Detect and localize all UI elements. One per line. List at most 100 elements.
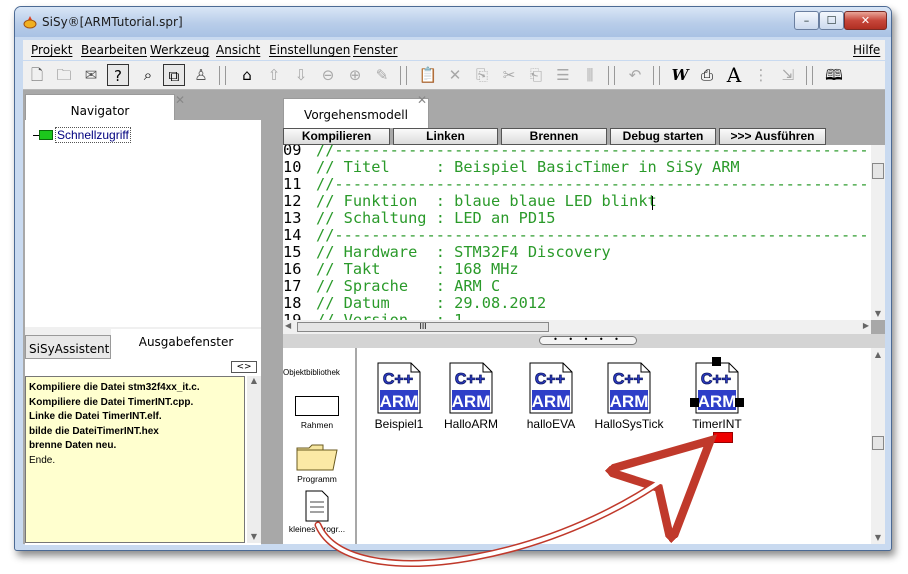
flash-button[interactable]: Brennen [501, 128, 607, 145]
output-toggle-button[interactable]: <> [231, 361, 257, 373]
minimize-button[interactable]: – [794, 11, 819, 30]
menu-bearbeiten[interactable]: Bearbeiten [81, 43, 147, 57]
toolbar-separator [608, 66, 615, 85]
scroll-thumb[interactable]: III [297, 322, 549, 332]
mail-icon[interactable]: ✉ [80, 64, 102, 86]
window-icon[interactable]: ⧉ [163, 64, 185, 86]
arm-cpp-icon: C++ ARM [377, 362, 421, 414]
output-panel: <> Kompiliere die Datei stm32f4xx_it.c. … [25, 359, 261, 545]
debug-start-button[interactable]: Debug starten [610, 128, 716, 145]
tab-sisy-assistent[interactable]: SiSyAssistent [25, 335, 111, 359]
menu-hilfe[interactable]: Hilfe [853, 43, 880, 57]
output-scrollbar[interactable]: ▲ ▼ [247, 376, 261, 543]
folder-icon [296, 444, 338, 471]
new-file-icon[interactable]: 🗋 [26, 64, 48, 86]
code-line: 14//------------------------------------… [283, 226, 871, 244]
cut-icon[interactable]: ✂ [498, 64, 520, 86]
properties-icon[interactable]: ✎ [371, 64, 393, 86]
selection-handle[interactable] [690, 398, 699, 407]
output-line: Kompiliere die Datei TimerINT.cpp. [29, 396, 194, 408]
diagram-item-label: TimerINT [692, 417, 742, 431]
library-item-programm[interactable]: Programm [283, 442, 351, 484]
close-button[interactable]: ✕ [844, 11, 887, 30]
navigator-item-label: Schnellzugriff [55, 127, 131, 143]
tab-vorgehensmodell[interactable]: Vorgehensmodell [283, 98, 429, 128]
diagram-item[interactable]: C++ ARM TimerINT [675, 357, 759, 431]
quick-access-icon [39, 130, 53, 140]
compile-button[interactable]: Kompilieren [283, 128, 390, 145]
document-icon [305, 490, 329, 522]
diagram-vertical-scrollbar[interactable]: ▲ ▼ [871, 348, 885, 544]
word-icon[interactable]: W [669, 64, 691, 86]
selection-handle[interactable] [735, 398, 744, 407]
code-line: 13// Schaltung : LED an PD15 [283, 209, 556, 227]
delete-icon[interactable]: ✕ [444, 64, 466, 86]
output-line: brenne Daten neu. [29, 440, 117, 451]
svg-text:ARM: ARM [452, 392, 491, 411]
output-log: Kompiliere die Datei stm32f4xx_it.c. Kom… [25, 376, 245, 543]
diagram-canvas[interactable]: C++ ARM Beispiel1 C++ ARM HalloARM C++ ARM hallo… [357, 348, 871, 544]
paste-icon[interactable]: ⎗ [525, 64, 547, 86]
library-item-kleines-programm[interactable]: kleines Progr... [283, 490, 351, 534]
menu-projekt[interactable]: Projekt [31, 43, 72, 57]
arrow-up-icon[interactable]: ⇧ [263, 64, 285, 86]
svg-text:C++: C++ [383, 371, 413, 388]
zoom-out-icon[interactable]: ⊖ [317, 64, 339, 86]
open-folder-icon[interactable]: 🗀 [53, 64, 75, 86]
diagram-item-label: halloEVA [526, 417, 576, 431]
link-button[interactable]: Linken [393, 128, 498, 145]
person-icon[interactable]: ♙ [190, 64, 212, 86]
maximize-button[interactable]: ☐ [819, 11, 844, 30]
output-tabs: SiSyAssistent Ausgabefenster [25, 327, 261, 359]
list-icon[interactable]: ☰ [552, 64, 574, 86]
menu-einstellungen[interactable]: Einstellungen [269, 43, 350, 57]
selection-marker[interactable] [713, 432, 733, 443]
arm-cpp-icon: C++ ARM [449, 362, 493, 414]
diagram-item[interactable]: C++ ARM HalloARM [429, 362, 513, 431]
code-line: 15// Hardware : STM32F4 Discovery [283, 243, 611, 261]
text-cursor [652, 196, 653, 210]
columns-icon[interactable]: ⫼ [579, 64, 601, 86]
font-icon[interactable]: A [723, 64, 745, 86]
menu-ansicht[interactable]: Ansicht [216, 43, 260, 57]
home-icon[interactable]: ⌂ [236, 64, 258, 86]
pane-splitter[interactable]: • • • • • [283, 334, 885, 348]
navigator-panel: Schnellzugriff [25, 120, 261, 332]
tab-navigator[interactable]: Navigator [25, 94, 175, 122]
diagram-item[interactable]: C++ ARM HalloSysTick [587, 362, 671, 431]
code-line: 18// Datum : 29.08.2012 [283, 294, 547, 312]
menu-fenster[interactable]: Fenster [353, 43, 398, 57]
outline-icon[interactable]: ⋮ [750, 64, 772, 86]
object-library-title: Objektbibliothek [283, 368, 340, 377]
code-horizontal-scrollbar[interactable]: ◀ III ▶ [283, 320, 871, 334]
title-bar[interactable]: SiSy®[ARMTutorial.spr] – ☐ ✕ [15, 7, 891, 37]
output-line: Ende. [29, 454, 56, 466]
binoculars-icon[interactable]: ⌕ [137, 64, 159, 86]
selection-handle[interactable] [712, 357, 721, 366]
svg-text:C++: C++ [613, 371, 643, 388]
export-icon[interactable]: ⇲ [777, 64, 799, 86]
zoom-in-icon[interactable]: ⊕ [344, 64, 366, 86]
clipboard-icon[interactable]: 📋 [417, 64, 439, 86]
navigator-item[interactable]: Schnellzugriff [33, 127, 131, 143]
diagram-item[interactable]: C++ ARM halloEVA [509, 362, 593, 431]
build-toolbar: Kompilieren Linken Brennen Debug starten… [283, 128, 885, 145]
help-icon[interactable]: ? [107, 64, 129, 86]
close-vorgehensmodell-icon[interactable]: ✕ [417, 93, 427, 107]
library-item-rahmen[interactable]: Rahmen [283, 396, 351, 430]
print-icon[interactable]: ⎙ [696, 64, 718, 86]
toolbar: 🗋 🗀 ✉ ? ⌕ ⧉ ♙ ⌂ ⇧ ⇩ ⊖ ⊕ ✎ 📋 ✕ ⎘ ✂ ⎗ ☰ ⫼ … [23, 61, 885, 90]
code-editor[interactable]: 09//------------------------------------… [283, 145, 871, 320]
copy-icon[interactable]: ⎘ [471, 64, 493, 86]
splitter-grip[interactable]: • • • • • [539, 336, 637, 345]
code-vertical-scrollbar[interactable]: ▼ [871, 145, 885, 320]
book-icon[interactable]: 🕮 [823, 64, 845, 86]
undo-icon[interactable]: ↶ [624, 64, 646, 86]
menu-werkzeug[interactable]: Werkzeug [150, 43, 209, 57]
close-navigator-icon[interactable]: ✕ [175, 93, 185, 107]
output-line: Linke die Datei TimerINT.elf. [29, 411, 162, 422]
tab-ausgabefenster[interactable]: Ausgabefenster [111, 329, 261, 359]
run-button[interactable]: >>> Ausführen [719, 128, 826, 145]
diagram-item-label: HalloSysTick [594, 417, 664, 431]
arrow-down-icon[interactable]: ⇩ [290, 64, 312, 86]
